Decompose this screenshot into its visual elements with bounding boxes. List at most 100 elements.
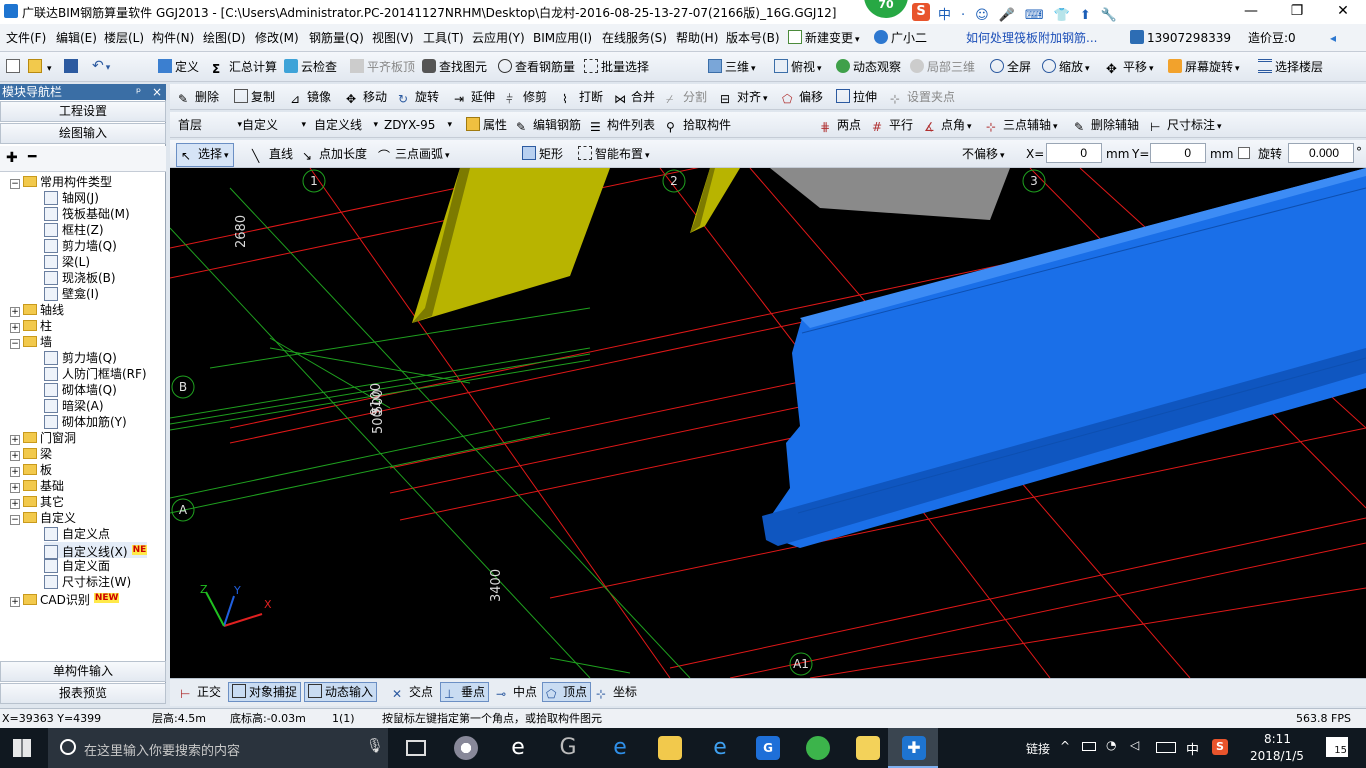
three-point-arc-button[interactable]: ⌒ 三点画弧 ▾ [378, 146, 450, 164]
tray-keyboard-icon[interactable] [1156, 742, 1176, 753]
offset-button[interactable]: ⬠ 偏移 [782, 89, 823, 106]
define-button[interactable]: 定义 [158, 59, 199, 75]
parallel-button[interactable]: # 平行 [872, 117, 913, 134]
property-button[interactable]: 属性 [466, 117, 507, 133]
pan-button[interactable]: ✥ 平移 ▾ [1106, 59, 1154, 77]
clock-date[interactable]: 2018/1/5 [1250, 749, 1304, 763]
link-label[interactable]: 链接 [1026, 740, 1050, 757]
set-grip-button[interactable]: ⊹ 设置夹点 [890, 89, 955, 106]
break-button[interactable]: ⌇ 打断 [562, 89, 603, 106]
tree-item[interactable]: 现浇板(B) [44, 270, 116, 286]
maximize-button[interactable]: ❐ [1274, 0, 1320, 24]
ime-voice-icon[interactable]: 🎤 [999, 8, 1025, 23]
new-file-icon[interactable] [6, 59, 23, 75]
gray-column[interactable] [770, 168, 1010, 220]
expand-icon[interactable]: + [10, 307, 20, 317]
assistant-button[interactable]: 广小二 [874, 30, 927, 46]
sogou-ime-icon[interactable]: S [912, 3, 930, 21]
mirror-button[interactable]: ⊿ 镜像 [290, 89, 331, 106]
tree-item[interactable]: 框柱(Z) [44, 222, 104, 238]
tree-item[interactable]: 人防门框墙(RF) [44, 366, 147, 382]
extend-button[interactable]: ⇥ 延伸 [454, 89, 495, 106]
category-select[interactable]: 自定义 ▾ [242, 117, 306, 133]
select-button[interactable]: ↖ 选择 ▾ [176, 143, 234, 167]
open-file-icon[interactable]: ▾ [28, 59, 52, 77]
ime-punct[interactable]: · [961, 8, 975, 23]
batch-select-button[interactable]: 批量选择 [584, 59, 649, 75]
flat-top-button[interactable]: 平齐板顶 [350, 59, 415, 75]
tray-volume-icon[interactable]: ◁ [1130, 738, 1139, 752]
screen-rotate-button[interactable]: 屏幕旋转 ▾ [1168, 59, 1240, 77]
file-explorer-icon[interactable] [658, 736, 682, 760]
menu-file[interactable]: 文件(F) [6, 30, 46, 46]
task-view-icon[interactable] [406, 740, 426, 756]
collapse-icon[interactable]: − [10, 339, 20, 349]
select-floor-button[interactable]: 选择楼层 [1258, 59, 1323, 75]
view-rebar-button[interactable]: 查看钢筋量 [498, 59, 575, 75]
menu-version[interactable]: 版本号(B) [726, 30, 780, 46]
full-screen-button[interactable]: 全屏 [990, 59, 1031, 75]
notes-app-icon[interactable] [856, 736, 880, 760]
expand-all-icon[interactable]: ✚ [6, 150, 18, 166]
browser-g-icon[interactable]: G [556, 736, 580, 760]
trim-button[interactable]: ⫩ 修剪 [506, 89, 547, 106]
object-snap-toggle[interactable]: 对象捕捉 [228, 682, 302, 702]
tree-item[interactable]: 暗梁(A) [44, 398, 104, 414]
menu-floor[interactable]: 楼层(L) [104, 30, 144, 46]
menu-rebar-qty[interactable]: 钢筋量(Q) [309, 30, 364, 46]
tray-chevron-icon[interactable]: ^ [1060, 739, 1070, 753]
menu-bim[interactable]: BIM应用(I) [533, 30, 592, 46]
ime-emoji-icon[interactable]: ☺ [975, 8, 999, 23]
tree-folder[interactable]: − 墙 [10, 334, 52, 350]
expand-icon[interactable]: + [10, 323, 20, 333]
canvas-svg[interactable]: 1 2 3 B A A1 2680 9100 500 500 3400 X Y … [170, 168, 1366, 678]
point-length-button[interactable]: ↘ 点加长度 [302, 146, 367, 163]
tree-folder[interactable]: + 板 [10, 462, 52, 478]
rotate-checkbox[interactable] [1238, 147, 1250, 159]
tree-item[interactable]: 尺寸标注(W) [44, 574, 131, 590]
tree-item[interactable]: 轴网(J) [44, 190, 99, 206]
menu-cloud[interactable]: 云应用(Y) [472, 30, 525, 46]
tree-folder[interactable]: + 门窗洞 [10, 430, 76, 446]
merge-button[interactable]: ⋈ 合并 [614, 89, 655, 106]
glodon-g-icon[interactable]: G [756, 736, 780, 760]
tree-folder[interactable]: + CAD识别 NEW [10, 590, 120, 607]
project-settings-button[interactable]: 工程设置 [0, 101, 166, 122]
edge-legacy-icon[interactable]: e [506, 736, 530, 760]
stretch-button[interactable]: 拉伸 [836, 89, 877, 105]
expand-icon[interactable]: + [10, 499, 20, 509]
tree-item[interactable]: 砌体墙(Q) [44, 382, 117, 398]
tray-ime-label[interactable]: 中 [1186, 739, 1199, 758]
drawing-canvas[interactable]: 1 2 3 B A A1 2680 9100 500 500 3400 X Y … [170, 168, 1366, 678]
pin-icon[interactable]: ᵖ [136, 84, 141, 100]
edit-rebar-button[interactable]: ✎ 编辑钢筋 [516, 117, 581, 134]
nav-close-icon[interactable]: × [152, 84, 162, 100]
offset-mode-select[interactable]: 不偏移 ▾ [962, 146, 1005, 164]
pick-elem-button[interactable]: ⚲ 拾取构件 [666, 117, 731, 134]
top-view-button[interactable]: 俯视 ▾ [774, 59, 822, 77]
ime-toolbar[interactable]: 中·☺🎤⌨👕⬆🔧 [938, 4, 1127, 23]
rotate-button[interactable]: ↻ 旋转 [398, 89, 439, 106]
rect-button[interactable]: 矩形 [522, 146, 563, 162]
menu-draw[interactable]: 绘图(D) [203, 30, 246, 46]
delete-button[interactable]: ✎ 删除 [178, 89, 219, 106]
vertex-toggle[interactable]: ⬠ 顶点 [542, 682, 592, 702]
name-select[interactable]: ZDYX-95 ▾ [384, 117, 452, 133]
glodon-rebar-app-icon[interactable]: ✚ [902, 736, 926, 760]
zoom-button[interactable]: 缩放 ▾ [1042, 59, 1090, 77]
report-preview-button[interactable]: 报表预览 [0, 683, 166, 704]
find-elem-button[interactable]: 查找图元 [422, 59, 487, 75]
three-point-axis-button[interactable]: ⊹ 三点辅轴 ▾ [986, 117, 1058, 135]
intersect-toggle[interactable]: ✕ 交点 [392, 684, 433, 701]
line-button[interactable]: ╲ 直线 [252, 146, 293, 163]
expand-icon[interactable]: + [10, 435, 20, 445]
menu-online[interactable]: 在线服务(S) [602, 30, 667, 46]
taskbar-search-box[interactable]: 在这里输入你要搜索的内容 🎙 [48, 728, 388, 768]
account-button[interactable]: 13907298339 [1130, 30, 1231, 46]
tree-item[interactable]: 剪力墙(Q) [44, 350, 117, 366]
tree-item[interactable]: 梁(L) [44, 254, 90, 270]
tree-item[interactable]: 自定义面 [44, 558, 110, 574]
tree-item[interactable]: 砌体加筋(Y) [44, 414, 127, 430]
microphone-icon[interactable]: 🎙 [366, 738, 384, 754]
point-angle-button[interactable]: ∡ 点角 ▾ [924, 117, 972, 135]
